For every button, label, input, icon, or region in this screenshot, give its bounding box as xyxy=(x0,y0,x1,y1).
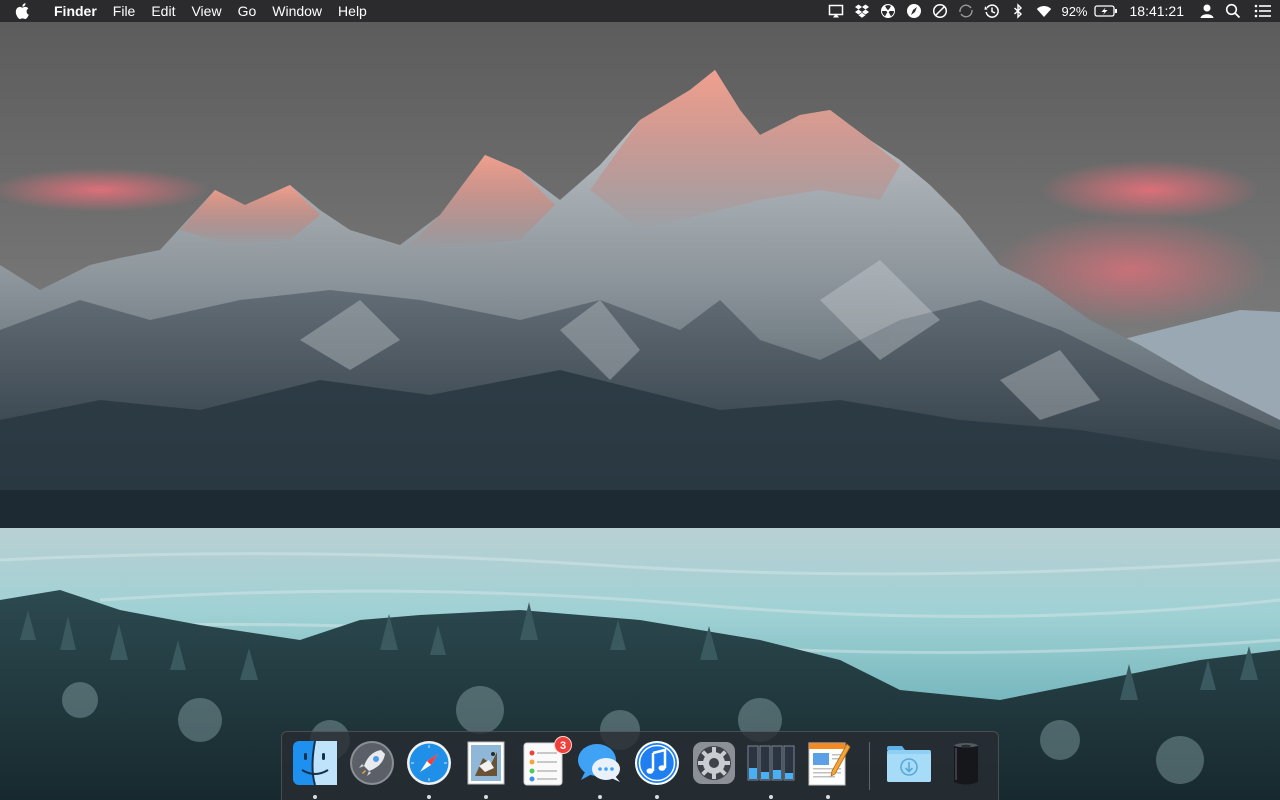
dock-mail[interactable] xyxy=(461,738,511,788)
running-indicator xyxy=(427,795,431,799)
menu-edit[interactable]: Edit xyxy=(143,0,183,22)
menu-help[interactable]: Help xyxy=(330,0,375,22)
dock-downloads-stack[interactable] xyxy=(884,738,934,788)
reminders-badge: 3 xyxy=(554,736,572,754)
radiation-icon[interactable] xyxy=(875,0,901,22)
running-indicator xyxy=(826,795,830,799)
messages-bubble-icon xyxy=(578,744,620,782)
battery-charging-icon[interactable] xyxy=(1092,0,1120,22)
menu-bar: Finder File Edit View Go Window Help 92%… xyxy=(0,0,1280,22)
menu-window[interactable]: Window xyxy=(264,0,330,22)
dock-safari[interactable] xyxy=(404,738,454,788)
apple-menu-icon[interactable] xyxy=(0,0,44,22)
sync-icon[interactable] xyxy=(953,0,979,22)
airplay-icon[interactable] xyxy=(823,0,849,22)
dock-system-preferences[interactable] xyxy=(689,738,739,788)
dock-launchpad[interactable] xyxy=(347,738,397,788)
notification-center-icon[interactable] xyxy=(1246,0,1280,22)
safari-compass-icon xyxy=(407,741,451,785)
finder-icon xyxy=(293,740,337,786)
running-indicator xyxy=(769,795,773,799)
dock-pages[interactable] xyxy=(803,738,853,788)
spotlight-search-icon[interactable] xyxy=(1220,0,1246,22)
activity-monitor-bars-icon xyxy=(747,745,795,781)
dock-separator xyxy=(869,742,870,790)
downloads-folder-icon xyxy=(887,746,931,782)
compass-icon[interactable] xyxy=(901,0,927,22)
dock-activity-monitor[interactable] xyxy=(746,738,796,788)
menu-bar-clock[interactable]: 18:41:21 xyxy=(1120,3,1195,19)
desktop-wallpaper xyxy=(0,0,1280,800)
running-indicator xyxy=(313,795,317,799)
dock-finder[interactable] xyxy=(290,738,340,788)
battery-percentage[interactable]: 92% xyxy=(1057,4,1091,19)
trash-can-icon xyxy=(954,743,978,785)
menu-go[interactable]: Go xyxy=(230,0,265,22)
menu-view[interactable]: View xyxy=(183,0,229,22)
running-indicator xyxy=(598,795,602,799)
dropbox-icon[interactable] xyxy=(849,0,875,22)
system-preferences-gear-icon xyxy=(693,742,735,784)
pages-document-icon xyxy=(808,742,851,786)
menu-file[interactable]: File xyxy=(105,0,144,22)
wifi-icon[interactable] xyxy=(1031,0,1057,22)
menu-app-finder[interactable]: Finder xyxy=(44,0,105,22)
dock-trash[interactable] xyxy=(941,738,991,788)
mail-stamp-icon xyxy=(467,741,505,785)
dock-messages[interactable] xyxy=(575,738,625,788)
time-machine-icon[interactable] xyxy=(979,0,1005,22)
running-indicator xyxy=(484,795,488,799)
do-not-disturb-icon[interactable] xyxy=(927,0,953,22)
bluetooth-icon[interactable] xyxy=(1005,0,1031,22)
launchpad-rocket-icon xyxy=(350,741,394,785)
itunes-music-note-icon xyxy=(635,741,679,785)
user-icon[interactable] xyxy=(1194,0,1220,22)
running-indicator xyxy=(655,795,659,799)
dock-itunes[interactable] xyxy=(632,738,682,788)
dock: 3 xyxy=(281,731,999,800)
dock-reminders[interactable]: 3 xyxy=(518,736,572,788)
